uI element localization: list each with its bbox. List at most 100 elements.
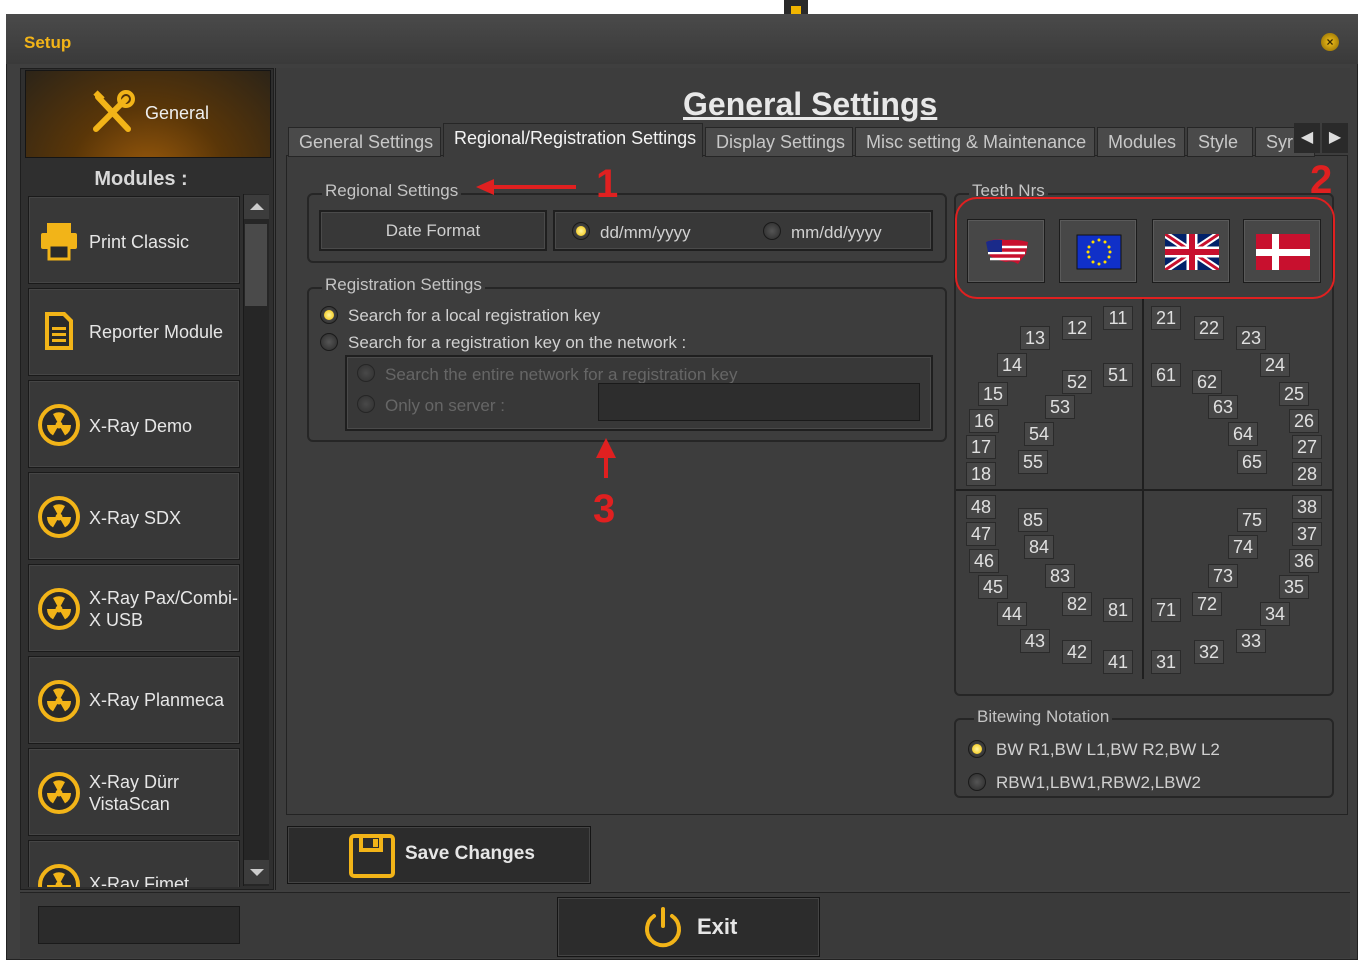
registration-local-label[interactable]: Search for a local registration key <box>348 306 600 326</box>
module-label: X-Ray Dürr VistaScan <box>89 772 180 814</box>
module-label: X-Ray Demo <box>89 416 193 436</box>
tooth-23[interactable]: 23 <box>1236 326 1266 350</box>
tooth-85[interactable]: 85 <box>1018 508 1048 532</box>
tooth-18[interactable]: 18 <box>966 462 996 486</box>
tooth-74[interactable]: 74 <box>1228 535 1258 559</box>
tooth-48[interactable]: 48 <box>966 495 996 519</box>
date-format-mdy-label[interactable]: mm/dd/yyyy <box>791 223 882 243</box>
module-xray-demo[interactable]: X-Ray Demo <box>28 380 240 468</box>
tooth-43[interactable]: 43 <box>1020 629 1050 653</box>
tooth-64[interactable]: 64 <box>1228 422 1258 446</box>
tab-modules[interactable]: Modules <box>1097 127 1185 157</box>
tab-style[interactable]: Style <box>1187 127 1253 157</box>
date-format-mdy-radio[interactable] <box>763 222 781 240</box>
tooth-53[interactable]: 53 <box>1045 395 1075 419</box>
tooth-35[interactable]: 35 <box>1279 575 1309 599</box>
registration-local-radio[interactable] <box>320 306 338 324</box>
window-title: Setup <box>24 33 72 52</box>
tooth-61[interactable]: 61 <box>1151 363 1181 387</box>
module-xray-sdx[interactable]: X-Ray SDX <box>28 472 240 560</box>
tooth-82[interactable]: 82 <box>1062 592 1092 616</box>
tooth-37[interactable]: 37 <box>1292 522 1322 546</box>
bitewing-option-b-radio[interactable] <box>968 773 986 791</box>
tooth-17[interactable]: 17 <box>966 435 996 459</box>
module-print-classic[interactable]: Print Classic <box>28 196 240 284</box>
status-input[interactable] <box>38 906 240 944</box>
tab-general-settings[interactable]: General Settings <box>288 127 441 157</box>
registration-network-radio[interactable] <box>320 333 338 351</box>
annotation-highlight-2 <box>955 197 1335 299</box>
tooth-25[interactable]: 25 <box>1279 382 1309 406</box>
tooth-62[interactable]: 62 <box>1192 370 1222 394</box>
tooth-14[interactable]: 14 <box>997 353 1027 377</box>
tooth-83[interactable]: 83 <box>1045 564 1075 588</box>
tooth-11[interactable]: 11 <box>1103 306 1133 330</box>
scroll-down-button[interactable] <box>244 860 269 884</box>
date-format-dmy-label[interactable]: dd/mm/yyyy <box>600 223 691 243</box>
tab-bar: General Settings Regional/Registration S… <box>288 123 1340 157</box>
tooth-33[interactable]: 33 <box>1236 629 1266 653</box>
tab-scroll-right-button[interactable]: ▶ <box>1322 123 1348 153</box>
bitewing-option-a-radio[interactable] <box>968 740 986 758</box>
regional-settings-legend: Regional Settings <box>322 181 462 201</box>
tooth-13[interactable]: 13 <box>1020 326 1050 350</box>
chevron-left-icon: ◀ <box>1300 129 1314 146</box>
tooth-44[interactable]: 44 <box>997 602 1027 626</box>
tooth-54[interactable]: 54 <box>1024 422 1054 446</box>
tab-display-settings[interactable]: Display Settings <box>705 127 853 157</box>
tooth-38[interactable]: 38 <box>1292 495 1322 519</box>
network-server-radio <box>357 395 375 413</box>
module-reporter[interactable]: Reporter Module <box>28 288 240 376</box>
tooth-75[interactable]: 75 <box>1237 508 1267 532</box>
radiation-icon <box>38 680 80 722</box>
tooth-12[interactable]: 12 <box>1062 316 1092 340</box>
module-xray-pax-combi[interactable]: X-Ray Pax/Combi-X USB <box>28 564 240 652</box>
date-format-label: Date Format <box>319 210 547 251</box>
tooth-28[interactable]: 28 <box>1292 462 1322 486</box>
registration-network-label[interactable]: Search for a registration key on the net… <box>348 333 686 353</box>
bitewing-option-a-label[interactable]: BW R1,BW L1,BW R2,BW L2 <box>996 740 1220 760</box>
document-icon <box>45 312 73 350</box>
registration-settings-legend: Registration Settings <box>322 275 485 295</box>
tooth-51[interactable]: 51 <box>1103 363 1133 387</box>
tooth-84[interactable]: 84 <box>1024 535 1054 559</box>
tooth-34[interactable]: 34 <box>1260 602 1290 626</box>
tooth-21[interactable]: 21 <box>1151 306 1181 330</box>
tab-misc-maintenance[interactable]: Misc setting & Maintenance <box>855 127 1095 157</box>
tooth-31[interactable]: 31 <box>1151 650 1181 674</box>
tooth-63[interactable]: 63 <box>1208 395 1238 419</box>
scroll-up-button[interactable] <box>244 195 269 219</box>
tooth-26[interactable]: 26 <box>1289 409 1319 433</box>
tooth-16[interactable]: 16 <box>969 409 999 433</box>
tooth-36[interactable]: 36 <box>1289 549 1319 573</box>
tooth-52[interactable]: 52 <box>1062 370 1092 394</box>
tooth-81[interactable]: 81 <box>1103 598 1133 622</box>
tooth-65[interactable]: 65 <box>1237 450 1267 474</box>
tooth-46[interactable]: 46 <box>969 549 999 573</box>
tooth-27[interactable]: 27 <box>1292 435 1322 459</box>
tooth-45[interactable]: 45 <box>978 575 1008 599</box>
scroll-thumb[interactable] <box>245 224 267 306</box>
tooth-55[interactable]: 55 <box>1018 450 1048 474</box>
bitewing-option-b-label[interactable]: RBW1,LBW1,RBW2,LBW2 <box>996 773 1201 793</box>
tooth-24[interactable]: 24 <box>1260 353 1290 377</box>
annotation-arrow-1 <box>476 179 576 195</box>
tooth-15[interactable]: 15 <box>978 382 1008 406</box>
tooth-42[interactable]: 42 <box>1062 640 1092 664</box>
tooth-22[interactable]: 22 <box>1194 316 1224 340</box>
exit-button[interactable] <box>557 897 820 957</box>
close-button[interactable]: × <box>1321 33 1339 51</box>
tooth-73[interactable]: 73 <box>1208 564 1238 588</box>
date-format-dmy-radio[interactable] <box>572 222 590 240</box>
module-xray-fimet[interactable]: X-Ray Fimet <box>28 840 240 887</box>
tab-regional-registration[interactable]: Regional/Registration Settings <box>443 123 703 157</box>
tooth-41[interactable]: 41 <box>1103 650 1133 674</box>
tooth-32[interactable]: 32 <box>1194 640 1224 664</box>
module-xray-planmeca[interactable]: X-Ray Planmeca <box>28 656 240 744</box>
tooth-71[interactable]: 71 <box>1151 598 1181 622</box>
tooth-72[interactable]: 72 <box>1192 592 1222 616</box>
tooth-47[interactable]: 47 <box>966 522 996 546</box>
radiation-icon <box>38 496 80 538</box>
module-xray-durr[interactable]: X-Ray Dürr VistaScan <box>28 748 240 836</box>
tab-scroll-left-button[interactable]: ◀ <box>1294 123 1320 153</box>
